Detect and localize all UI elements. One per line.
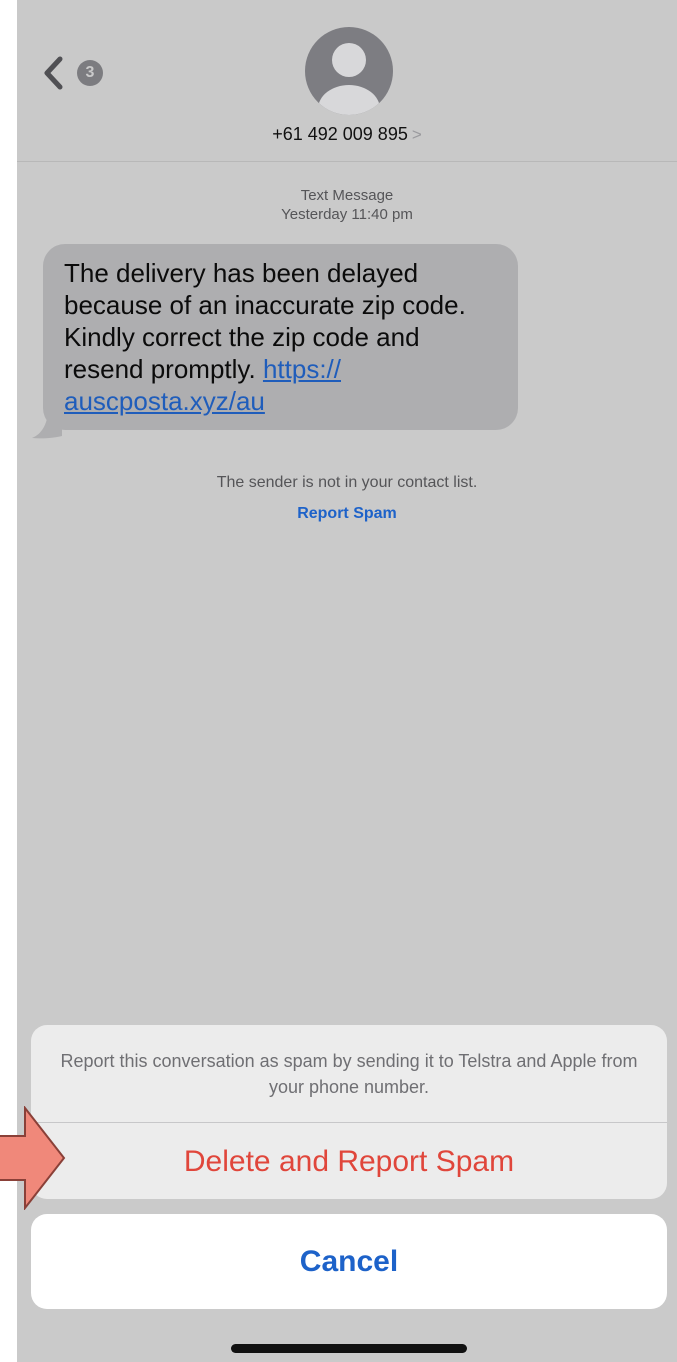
home-indicator[interactable] [231,1344,467,1353]
message-link-part1: https:// [262,354,341,384]
person-silhouette [318,43,380,115]
unread-count-badge: 3 [77,60,103,86]
conversation-header: 3 +61 492 009 895 > [17,0,677,162]
report-spam-link[interactable]: Report Spam [17,505,677,523]
chevron-right-icon: > [411,125,422,144]
message-bubble[interactable]: The delivery has been delayed because of… [43,244,518,430]
message-type-label: Text Message [300,187,394,204]
chevron-left-icon [44,56,63,90]
sender-notice: The sender is not in your contact list. [216,474,478,491]
pointer-arrow-icon [0,1106,66,1210]
message-timestamp: Yesterday 11:40 pm [281,206,413,223]
action-sheet-message: Report this conversation as spam by send… [31,1025,667,1123]
action-sheet-message-text: Report this conversation as spam by send… [60,1050,638,1097]
contact-name-button[interactable]: +61 492 009 895 > [17,124,677,145]
message-meta: Text Message Yesterday 11:40 pm [17,186,677,224]
action-sheet: Report this conversation as spam by send… [31,1025,667,1199]
cancel-button[interactable]: Cancel [31,1214,667,1309]
messages-screen: 3 +61 492 009 895 > Text Message Yesterda… [17,0,677,1362]
delete-and-report-spam-button[interactable]: Delete and Report Spam [31,1124,667,1199]
back-button[interactable]: 3 [43,54,123,94]
contact-number: +61 492 009 895 [272,124,408,144]
person-avatar-icon[interactable] [305,27,393,115]
message-link-part2: auscposta.xyz/au [64,386,265,416]
